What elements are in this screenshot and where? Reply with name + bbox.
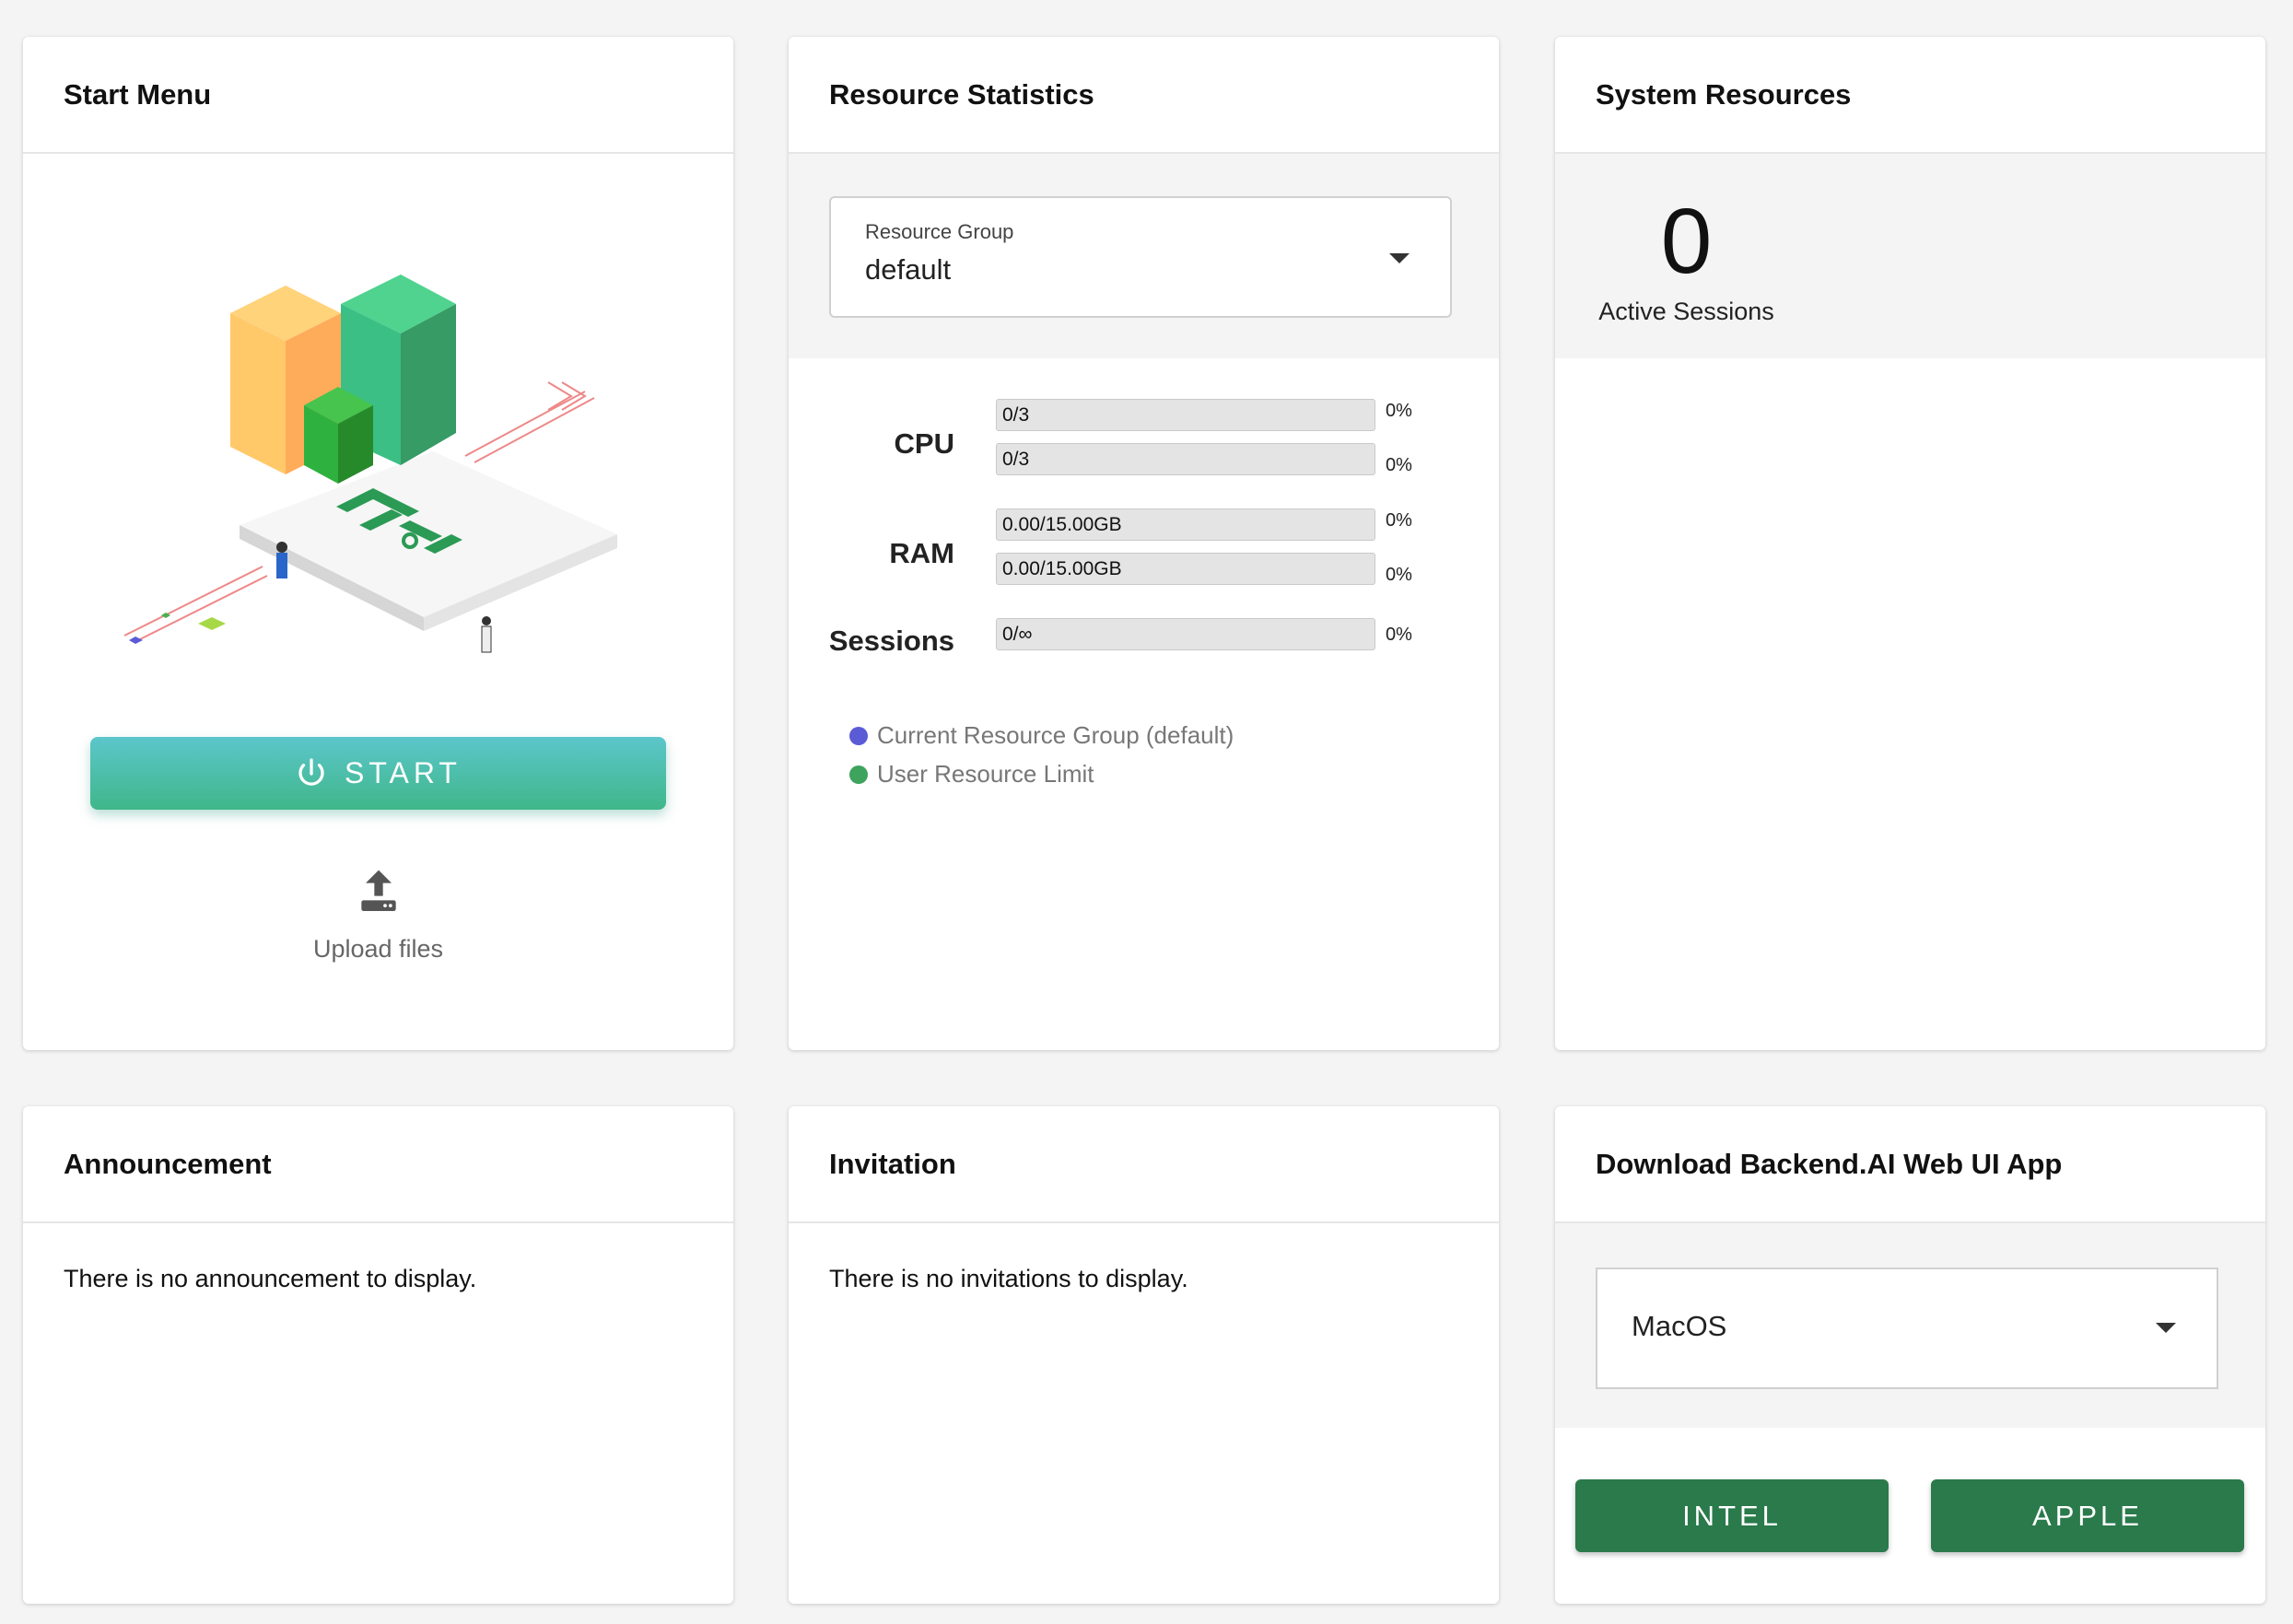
resource-statistics-header: Resource Statistics: [789, 37, 1499, 154]
cpu-label: CPU: [894, 427, 954, 460]
active-sessions-count: 0: [1660, 190, 1713, 293]
ram-bar-group: 0.00/15.00GB: [996, 508, 1375, 541]
legend-dot-green: [849, 765, 868, 784]
ram-bar-user: 0.00/15.00GB: [996, 553, 1375, 585]
cpu-bar-user: 0/3: [996, 443, 1375, 475]
chevron-down-icon: [2156, 1323, 2176, 1333]
invitation-header: Invitation: [789, 1106, 1499, 1223]
upload-files-label: Upload files: [312, 935, 444, 963]
upload-files-button[interactable]: Upload files: [23, 866, 733, 964]
resource-group-value: default: [865, 253, 952, 286]
start-menu-illustration: [123, 275, 617, 653]
resource-statistics-card: Resource Statistics Resource Group defau…: [789, 37, 1499, 1050]
legend-current-group-label: Current Resource Group (default): [877, 721, 1234, 749]
ram-label: RAM: [889, 537, 954, 569]
announcement-header: Announcement: [23, 1106, 733, 1223]
ram-group-percent: 0%: [1386, 510, 1412, 531]
sessions-label: Sessions: [828, 625, 954, 657]
chevron-down-icon: [1389, 253, 1410, 263]
legend-user-limit-label: User Resource Limit: [877, 760, 1094, 788]
resource-group-select[interactable]: Resource Group default: [829, 196, 1452, 318]
upload-icon: [360, 870, 396, 911]
sessions-percent: 0%: [1386, 625, 1412, 645]
start-menu-header: Start Menu: [23, 37, 733, 154]
download-app-card: Download Backend.AI Web UI App MacOS INT…: [1555, 1106, 2265, 1604]
legend-current-group: Current Resource Group (default): [849, 721, 1234, 750]
invitation-card: Invitation There is no invitations to di…: [789, 1106, 1499, 1604]
invitation-message: There is no invitations to display.: [829, 1265, 1188, 1292]
sessions-bar: 0/∞: [996, 618, 1375, 650]
system-resources-header: System Resources: [1555, 37, 2265, 154]
start-menu-title: Start Menu: [64, 77, 212, 111]
download-app-title: Download Backend.AI Web UI App: [1596, 1147, 2063, 1180]
start-button[interactable]: START: [90, 737, 666, 810]
announcement-title: Announcement: [64, 1147, 272, 1180]
ram-user-percent: 0%: [1386, 565, 1412, 585]
legend-user-limit: User Resource Limit: [849, 760, 1094, 789]
announcement-message: There is no announcement to display.: [64, 1265, 477, 1292]
announcement-card: Announcement There is no announcement to…: [23, 1106, 733, 1604]
cpu-user-percent: 0%: [1386, 455, 1412, 475]
cpu-group-percent: 0%: [1386, 401, 1412, 421]
power-icon: [298, 757, 324, 786]
system-resources-title: System Resources: [1596, 77, 1852, 111]
cpu-bar-group: 0/3: [996, 399, 1375, 431]
os-select[interactable]: MacOS: [1596, 1268, 2218, 1389]
invitation-title: Invitation: [829, 1147, 956, 1180]
download-app-header: Download Backend.AI Web UI App: [1555, 1106, 2265, 1223]
start-menu-card: Start Menu START Upload files: [23, 37, 733, 1050]
legend-dot-blue: [849, 726, 868, 745]
os-select-value: MacOS: [1632, 1310, 1727, 1342]
resource-group-caption: Resource Group: [865, 220, 1014, 243]
resource-statistics-title: Resource Statistics: [829, 77, 1094, 111]
system-resources-card: System Resources 0 Active Sessions: [1555, 37, 2265, 1050]
intel-download-button[interactable]: INTEL: [1575, 1479, 1889, 1552]
apple-download-button[interactable]: APPLE: [1931, 1479, 2244, 1552]
start-button-label: START: [345, 756, 462, 789]
active-sessions-label: Active Sessions: [1598, 298, 1774, 325]
